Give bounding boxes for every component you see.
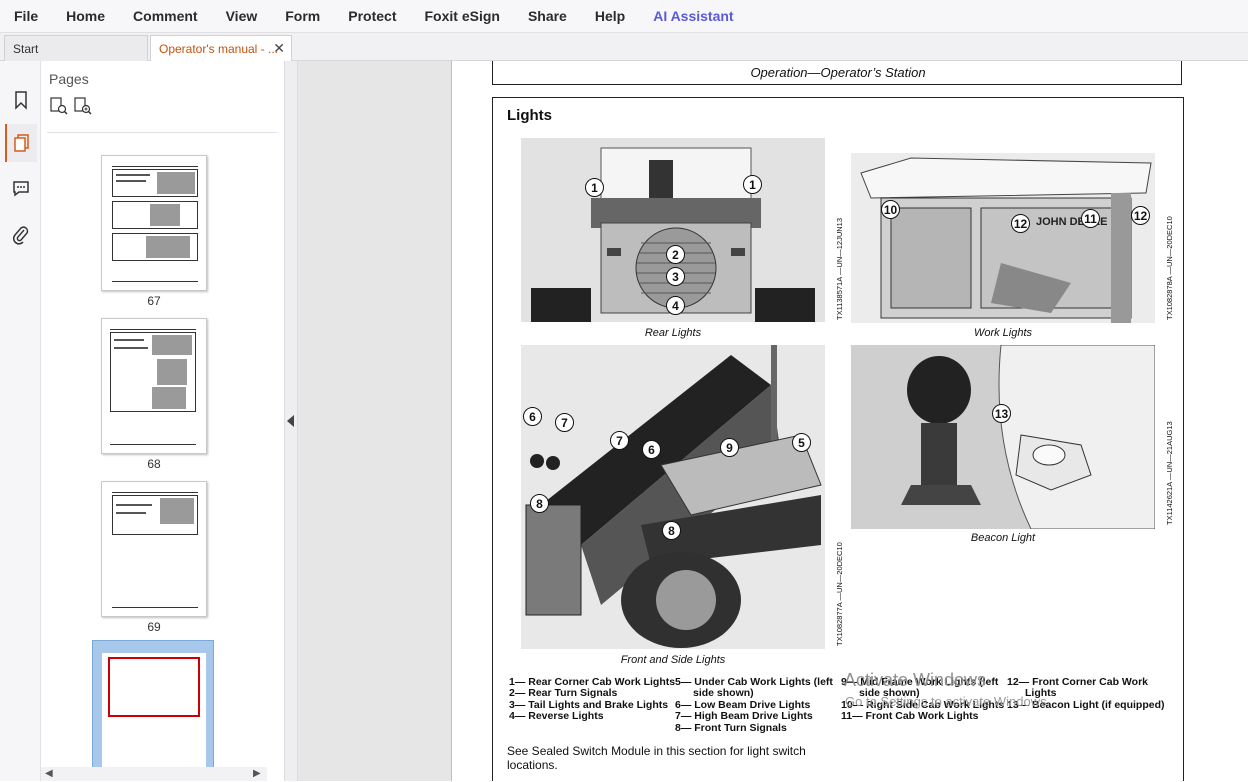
pages-panel: Pages 67 68 69 bbox=[41, 61, 324, 782]
callout-5: 5 bbox=[792, 433, 811, 452]
page-thumbnail-70-selected[interactable] bbox=[92, 640, 214, 782]
menu-file[interactable]: File bbox=[14, 8, 38, 24]
close-icon[interactable]: ✕ bbox=[273, 40, 285, 57]
legend-item-8: 8— Front Turn Signals bbox=[675, 721, 787, 734]
page-zoom-out-icon bbox=[50, 97, 68, 115]
pages-icon bbox=[14, 134, 29, 152]
callout-7: 7 bbox=[555, 413, 574, 432]
page-zoom-in-icon bbox=[74, 97, 92, 115]
tab-start[interactable]: Start bbox=[4, 35, 148, 61]
menu-help[interactable]: Help bbox=[595, 8, 625, 24]
callout-2: 2 bbox=[666, 245, 685, 264]
menu-form[interactable]: Form bbox=[285, 8, 320, 24]
pages-button[interactable] bbox=[5, 124, 37, 162]
legend-item-4: 4— Reverse Lights bbox=[509, 710, 604, 723]
page-thumbnail-67[interactable] bbox=[101, 155, 207, 291]
menu-ai-assistant[interactable]: AI Assistant bbox=[653, 8, 733, 24]
rear-lights-figure-id: TX1138571A —UN—12JUN13 bbox=[835, 218, 844, 320]
beacon-light-figure: 13 bbox=[851, 345, 1155, 529]
callout-9: 9 bbox=[720, 438, 739, 457]
menu-share[interactable]: Share bbox=[528, 8, 567, 24]
callout-6: 6 bbox=[642, 440, 661, 459]
page-thumbnail-68[interactable] bbox=[101, 318, 207, 454]
callout-10: 10 bbox=[881, 200, 900, 219]
menu-protect[interactable]: Protect bbox=[348, 8, 396, 24]
scroll-left-arrow[interactable]: ◀ bbox=[45, 768, 53, 779]
menu-comment[interactable]: Comment bbox=[133, 8, 198, 24]
callout-1: 1 bbox=[743, 175, 762, 194]
legend-item-7: 7— High Beam Drive Lights bbox=[675, 710, 813, 723]
beacon-light-caption: Beacon Light bbox=[970, 532, 1036, 544]
tab-doc-label: Operator's manual - ... bbox=[159, 42, 279, 56]
callout-8: 8 bbox=[662, 521, 681, 540]
attachments-button[interactable] bbox=[5, 216, 37, 254]
callout-12: 12 bbox=[1131, 206, 1150, 225]
callout-13: 13 bbox=[992, 404, 1011, 423]
front-side-lights-caption: Front and Side Lights bbox=[620, 654, 726, 666]
legend-item-11: 11— Front Cab Work Lights bbox=[841, 710, 979, 723]
thumb-70-page bbox=[102, 653, 206, 782]
panel-splitter[interactable] bbox=[284, 61, 298, 781]
callout-1: 1 bbox=[585, 178, 604, 197]
running-header: Operation—Operator’s Station bbox=[750, 65, 926, 80]
left-rail bbox=[0, 61, 41, 781]
rear-lights-figure: 1 1 2 3 4 bbox=[521, 138, 825, 322]
section-title: Lights bbox=[507, 107, 552, 124]
comment-icon bbox=[13, 181, 29, 197]
menu-foxit-esign[interactable]: Foxit eSign bbox=[424, 8, 499, 24]
switch-note: See Sealed Switch Module in this section… bbox=[507, 744, 806, 772]
front-side-lights-figure: 6 7 7 6 9 5 8 8 bbox=[521, 345, 825, 649]
menu-home[interactable]: Home bbox=[66, 8, 105, 24]
work-lights-figure-id: TX1082878A —UN—20DEC10 bbox=[1165, 216, 1174, 320]
thumb-70-highlight bbox=[108, 657, 200, 717]
work-lights-figure: JOHN DEERE 10 12 11 12 bbox=[851, 153, 1155, 323]
horizontal-scrollbar[interactable]: ◀ ▶ bbox=[41, 767, 267, 781]
page-thumbnail-69[interactable] bbox=[101, 481, 207, 617]
bookmark-icon bbox=[15, 91, 27, 110]
running-header-box: Operation—Operator’s Station bbox=[492, 61, 1182, 85]
lights-section: Lights 1 1 2 3 4 Rear Lights TX1138571A … bbox=[492, 97, 1184, 781]
thumb-label-69: 69 bbox=[147, 620, 161, 634]
work-lights-caption: Work Lights bbox=[973, 327, 1033, 339]
document-viewer[interactable]: Operation—Operator’s Station Lights 1 1 … bbox=[298, 61, 1248, 781]
callout-4: 4 bbox=[666, 296, 685, 315]
tab-operators-manual[interactable]: Operator's manual - ... ✕ bbox=[150, 35, 292, 61]
page-options-button[interactable] bbox=[73, 96, 93, 116]
pages-panel-title: Pages bbox=[49, 71, 89, 87]
panel-divider bbox=[47, 132, 277, 133]
callout-3: 3 bbox=[666, 267, 685, 286]
thumb-label-68: 68 bbox=[147, 457, 161, 471]
insert-page-button[interactable] bbox=[49, 96, 69, 116]
thumb-label-67: 67 bbox=[147, 294, 161, 308]
activation-watermark-subtitle: Go to Settings to activate Windows. bbox=[845, 694, 1051, 709]
paperclip-icon bbox=[12, 226, 29, 245]
legend-column-1: 1— Rear Corner Cab Work Lights 2— Rear T… bbox=[509, 676, 675, 723]
activation-watermark-title: Activate Windows bbox=[844, 670, 987, 690]
callout-8: 8 bbox=[530, 494, 549, 513]
callout-11: 11 bbox=[1081, 209, 1100, 228]
menu-view[interactable]: View bbox=[226, 8, 258, 24]
callout-6: 6 bbox=[523, 407, 542, 426]
callout-12: 12 bbox=[1011, 214, 1030, 233]
collapse-panel-icon[interactable] bbox=[287, 415, 294, 427]
tab-start-label: Start bbox=[13, 42, 39, 56]
bookmark-button[interactable] bbox=[5, 81, 37, 119]
scroll-right-arrow[interactable]: ▶ bbox=[253, 768, 261, 779]
callout-7: 7 bbox=[610, 431, 629, 450]
rear-lights-caption: Rear Lights bbox=[644, 327, 702, 339]
tab-bar: Start Operator's manual - ... ✕ bbox=[0, 33, 1248, 61]
beacon-light-figure-id: TX1142621A —UN—21AUG13 bbox=[1165, 421, 1174, 525]
legend-column-2: 5— Under Cab Work Lights (left side show… bbox=[675, 676, 833, 734]
front-side-lights-figure-id: TX1082877A —UN—20DEC10 bbox=[835, 542, 844, 646]
comments-button[interactable] bbox=[5, 169, 37, 207]
menu-bar: File Home Comment View Form Protect Foxi… bbox=[0, 0, 1248, 33]
